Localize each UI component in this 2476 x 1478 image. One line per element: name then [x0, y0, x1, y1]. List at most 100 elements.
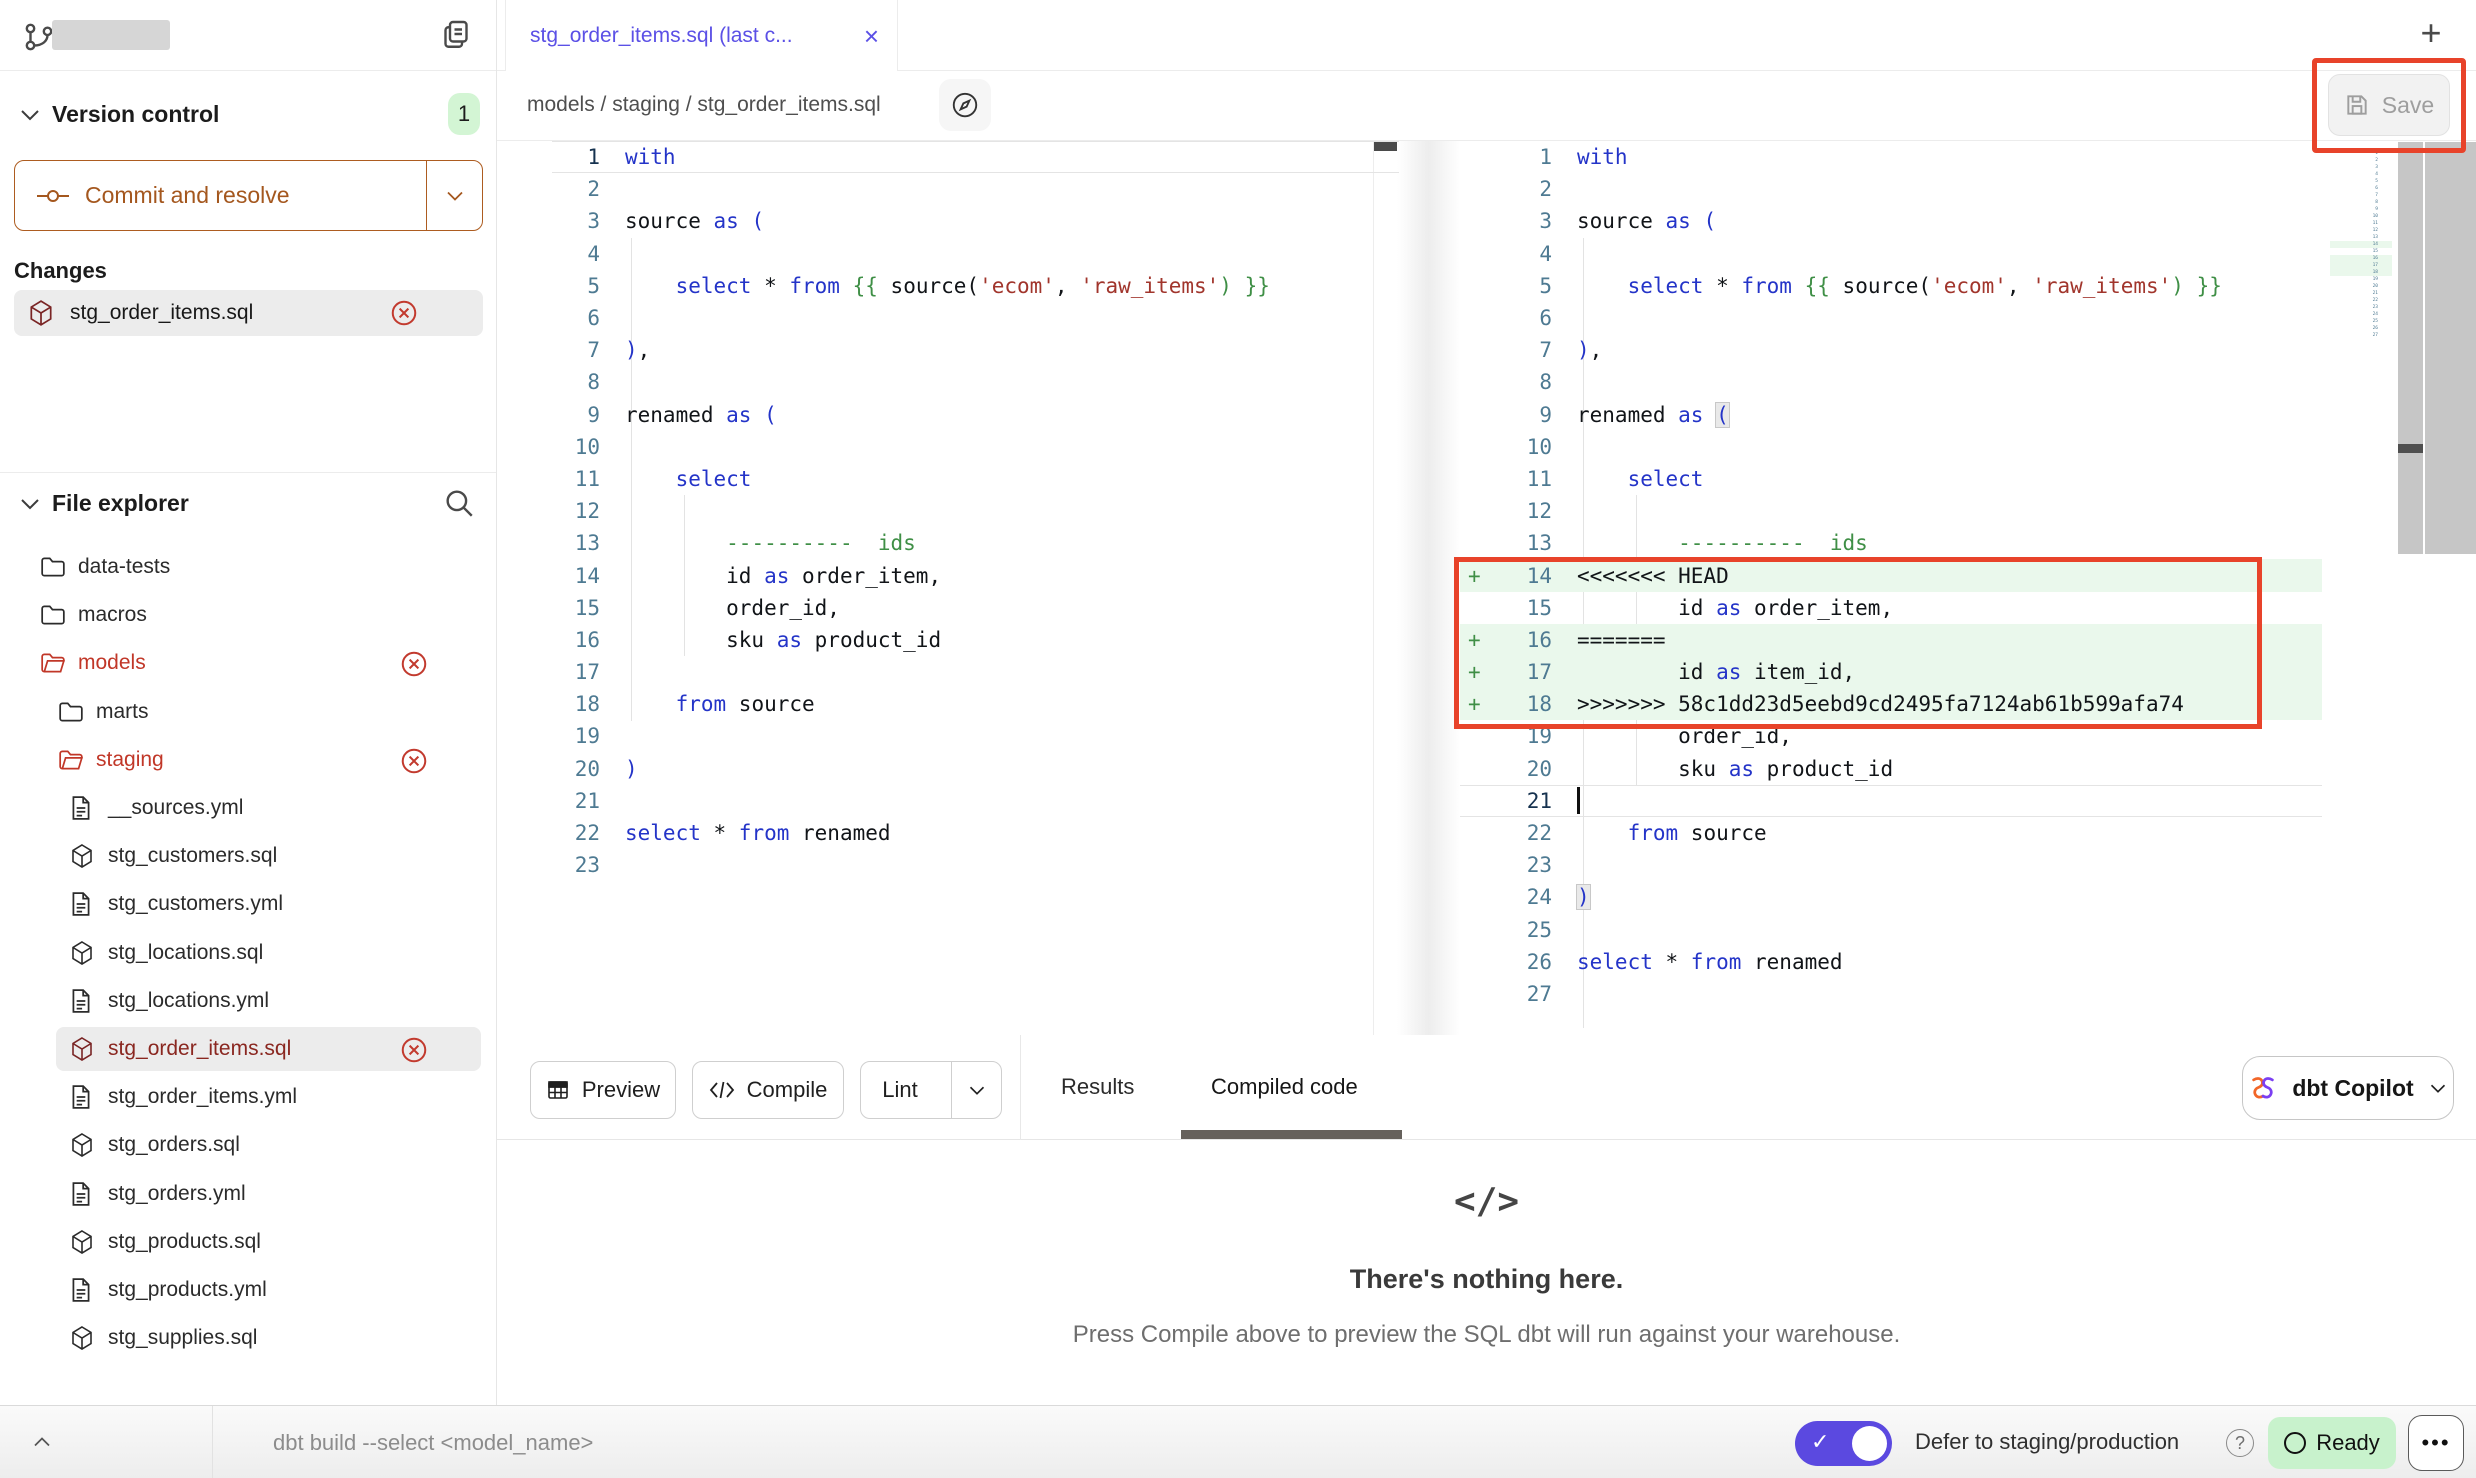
discard-change-icon[interactable] [389, 298, 419, 328]
code-line[interactable]: 24) [1460, 881, 2322, 913]
code-line[interactable]: +17 id as item_id, [1460, 656, 2322, 688]
code-line[interactable]: 9renamed as ( [552, 399, 1399, 431]
code-line[interactable]: 7), [1460, 334, 2322, 366]
code-line[interactable]: 5 select * from {{ source('ecom', 'raw_i… [552, 270, 1399, 302]
file-tree-item-stg-locations-yml[interactable]: stg_locations.yml [56, 979, 481, 1023]
changed-file-row[interactable]: stg_order_items.sql [14, 290, 483, 336]
code-line[interactable]: 1with [552, 141, 1399, 173]
editor-scrollbar-thumb[interactable] [2398, 444, 2423, 453]
code-line[interactable]: 4 [1460, 238, 2322, 270]
file-explorer-section-header[interactable]: File explorer [0, 472, 496, 534]
pane-splitter[interactable] [1397, 141, 1460, 1035]
code-line[interactable]: 17 [552, 656, 1399, 688]
code-line[interactable]: 10 [1460, 431, 2322, 463]
code-line[interactable]: 5 select * from {{ source('ecom', 'raw_i… [1460, 270, 2322, 302]
code-line[interactable]: 4 [552, 238, 1399, 270]
code-line[interactable]: 22select * from renamed [552, 817, 1399, 849]
file-tree-item--sources-yml[interactable]: __sources.yml [56, 786, 481, 830]
code-line[interactable]: 21 [1460, 785, 2322, 817]
expand-command-history-icon[interactable] [22, 1422, 62, 1462]
code-line[interactable]: 8 [1460, 366, 2322, 398]
branch-name-redacted[interactable] [52, 20, 170, 50]
code-line[interactable]: 18 from source [552, 688, 1399, 720]
code-line[interactable]: 12 [552, 495, 1399, 527]
minimap[interactable]: 1with23source as (45 select * from {{ so… [2330, 150, 2392, 490]
code-line[interactable]: 21 [552, 785, 1399, 817]
lineage-compass-icon[interactable] [939, 79, 991, 131]
code-line[interactable]: 9renamed as ( [1460, 399, 2322, 431]
help-icon[interactable]: ? [2226, 1429, 2254, 1457]
file-tree-item-stg-customers-sql[interactable]: stg_customers.sql [56, 834, 481, 878]
file-tree-item-data-tests[interactable]: data-tests [56, 545, 481, 589]
lint-options-dropdown[interactable] [951, 1062, 1001, 1118]
close-icon[interactable]: × [864, 23, 879, 49]
file-tree-item-stg-products-yml[interactable]: stg_products.yml [56, 1268, 481, 1312]
file-tree-item-stg-supplies-sql[interactable]: stg_supplies.sql [56, 1316, 481, 1360]
more-options-button[interactable]: ••• [2408, 1415, 2464, 1471]
code-line[interactable]: 23 [1460, 849, 2322, 881]
command-input[interactable] [273, 1406, 1673, 1478]
defer-toggle[interactable]: ✓ [1795, 1421, 1892, 1466]
tab-compiled-code[interactable]: Compiled code [1211, 1035, 1358, 1139]
code-line[interactable]: 11 select [1460, 463, 2322, 495]
file-tree-item-stg-orders-sql[interactable]: stg_orders.sql [56, 1123, 481, 1167]
preview-button[interactable]: Preview [530, 1061, 676, 1119]
editor-scrollbar[interactable] [2398, 142, 2423, 554]
code-line[interactable]: 13 ---------- ids [1460, 527, 2322, 559]
version-control-section-header[interactable]: Version control 1 [0, 71, 496, 161]
code-line[interactable]: 27 [1460, 978, 2322, 1010]
file-tree-item-models[interactable]: models [56, 641, 481, 685]
status-badge-ready[interactable]: Ready [2268, 1417, 2396, 1469]
code-line[interactable]: 20 sku as product_id [1460, 753, 2322, 785]
file-tree-item-stg-orders-yml[interactable]: stg_orders.yml [56, 1172, 481, 1216]
code-line[interactable]: 23 [552, 849, 1399, 881]
commit-options-dropdown[interactable] [426, 161, 482, 230]
code-line[interactable]: 3source as ( [1460, 205, 2322, 237]
code-line[interactable]: 6 [552, 302, 1399, 334]
tab-results[interactable]: Results [1061, 1035, 1134, 1139]
code-line[interactable]: 2 [552, 173, 1399, 205]
code-line[interactable]: 15 id as order_item, [1460, 592, 2322, 624]
code-line[interactable]: 14 id as order_item, [552, 559, 1399, 591]
search-icon[interactable] [442, 486, 476, 520]
file-tree-item-stg-locations-sql[interactable]: stg_locations.sql [56, 931, 481, 975]
code-line[interactable]: 13 ---------- ids [552, 527, 1399, 559]
code-line[interactable]: 26select * from renamed [1460, 946, 2322, 978]
code-line[interactable]: 19 order_id, [1460, 720, 2322, 752]
code-line[interactable]: +14<<<<<<< HEAD [1460, 559, 2322, 591]
code-line[interactable]: 19 [552, 720, 1399, 752]
file-tree-item-stg-products-sql[interactable]: stg_products.sql [56, 1220, 481, 1264]
code-line[interactable]: 7), [552, 334, 1399, 366]
code-line[interactable]: +18>>>>>>> 58c1dd23d5eebd9cd2495fa7124ab… [1460, 688, 2322, 720]
editor-pane-modified[interactable]: 1with23source as (45 select * from {{ so… [1460, 141, 2322, 1010]
file-tree-item-stg-order-items-sql[interactable]: stg_order_items.sql [56, 1027, 481, 1071]
lint-button[interactable]: Lint [860, 1061, 1002, 1119]
discard-change-icon[interactable] [399, 746, 429, 776]
code-line[interactable]: 2 [1460, 173, 2322, 205]
code-line[interactable]: 3source as ( [552, 205, 1399, 237]
editor-pane-original[interactable]: 1with23source as (45 select * from {{ so… [552, 141, 1399, 881]
discard-change-icon[interactable] [399, 1035, 429, 1065]
code-line[interactable]: 20) [552, 753, 1399, 785]
compile-button[interactable]: Compile [692, 1061, 844, 1119]
code-line[interactable]: 1with [1460, 141, 2322, 173]
file-tree-item-stg-customers-yml[interactable]: stg_customers.yml [56, 882, 481, 926]
code-line[interactable]: 11 select [552, 463, 1399, 495]
code-line[interactable]: 16 sku as product_id [552, 624, 1399, 656]
code-line[interactable]: 25 [1460, 914, 2322, 946]
lint-label[interactable]: Lint [861, 1062, 939, 1118]
code-line[interactable]: +16======= [1460, 624, 2322, 656]
commit-and-resolve-button[interactable]: Commit and resolve [14, 160, 483, 231]
discard-change-icon[interactable] [399, 649, 429, 679]
window-scrollbar[interactable] [2425, 142, 2476, 554]
file-tree-item-staging[interactable]: staging [56, 738, 481, 782]
file-tree-item-marts[interactable]: marts [56, 690, 481, 734]
file-tree-item-macros[interactable]: macros [56, 593, 481, 637]
copy-icon[interactable] [438, 16, 478, 56]
file-tree-item-stg-order-items-yml[interactable]: stg_order_items.yml [56, 1075, 481, 1119]
code-line[interactable]: 6 [1460, 302, 2322, 334]
save-button[interactable]: Save [2328, 74, 2450, 136]
code-line[interactable]: 22 from source [1460, 817, 2322, 849]
tab-stg-order-items[interactable]: stg_order_items.sql (last c... × [505, 0, 898, 71]
new-tab-button[interactable]: + [2408, 10, 2454, 56]
